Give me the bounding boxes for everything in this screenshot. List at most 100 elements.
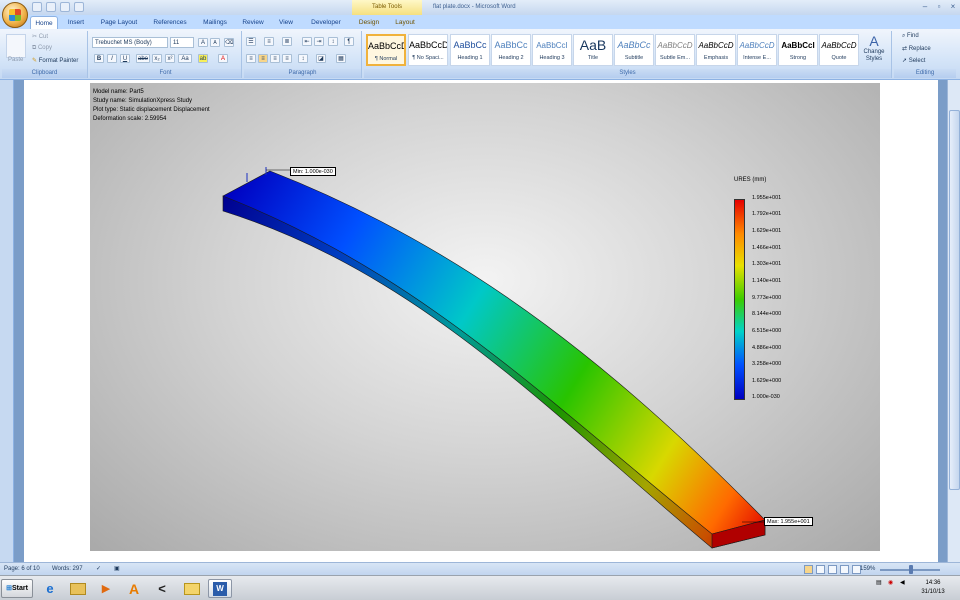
- status-bar: Page: 6 of 10 Words: 297 ✓ ▣ 159%: [0, 562, 960, 575]
- legend-value: 4.886e+000: [752, 345, 782, 351]
- editing-group-label: Editing: [894, 69, 956, 78]
- clock[interactable]: 14:36 31/10/13: [918, 579, 948, 597]
- numbering-icon[interactable]: ≡: [264, 37, 274, 46]
- tab-references[interactable]: References: [148, 16, 192, 29]
- app-icon-a[interactable]: A: [122, 579, 146, 598]
- style-no-spacing[interactable]: AaBbCcD ¶ No Spaci...: [408, 34, 448, 66]
- find-button[interactable]: ⌕ Find: [902, 33, 919, 40]
- full-screen-view-icon[interactable]: [816, 565, 825, 574]
- cut-button[interactable]: ✂ Cut: [32, 33, 48, 40]
- legend-value: 1.303e+001: [752, 261, 782, 267]
- tab-page-layout[interactable]: Page Layout: [96, 16, 142, 29]
- style-heading-2[interactable]: AaBbCc Heading 2: [491, 34, 531, 66]
- legend-value: 1.466e+001: [752, 245, 782, 251]
- styles-group-label: Styles: [364, 69, 891, 78]
- style-heading-1[interactable]: AaBbCc Heading 1: [450, 34, 490, 66]
- deformed-beam-plot: [222, 167, 766, 549]
- sort-icon[interactable]: ↕: [328, 37, 338, 46]
- font-group: Trebuchet MS (Body) 11 A A ⌫ B I U abe x…: [90, 31, 242, 78]
- web-layout-view-icon[interactable]: [828, 565, 837, 574]
- undo-icon[interactable]: [46, 2, 56, 12]
- bold-button[interactable]: B: [94, 54, 104, 63]
- align-left-icon[interactable]: ≡: [246, 54, 256, 63]
- superscript-button[interactable]: x²: [165, 54, 175, 63]
- style-title[interactable]: AaB Title: [573, 34, 613, 66]
- tab-design[interactable]: Design: [352, 16, 386, 29]
- highlight-icon[interactable]: ab: [198, 54, 208, 63]
- italic-button[interactable]: I: [107, 54, 117, 63]
- taskbar: ⊞Start e ▶ A < W ▤ ◉ ◀ 14:36 31/10/13: [0, 575, 960, 600]
- shading-icon[interactable]: ◪: [316, 54, 326, 63]
- strikethrough-button[interactable]: abe: [136, 54, 150, 63]
- font-name-select[interactable]: Trebuchet MS (Body): [92, 37, 168, 48]
- underline-button[interactable]: U: [120, 54, 130, 63]
- align-right-icon[interactable]: ≡: [270, 54, 280, 63]
- customize-toolbar-icon[interactable]: [74, 2, 84, 12]
- tab-view[interactable]: View: [274, 16, 298, 29]
- media-player-icon[interactable]: ▶: [94, 579, 118, 598]
- simulation-result-image[interactable]: Model name: Part5 Study name: Simulation…: [90, 83, 880, 551]
- font-color-icon[interactable]: A: [218, 54, 228, 63]
- folder-icon[interactable]: [180, 579, 204, 598]
- grow-font-button[interactable]: A: [198, 38, 208, 47]
- legend-value: 1.000e-030: [752, 394, 780, 400]
- outline-view-icon[interactable]: [840, 565, 849, 574]
- legend-value: 8.144e+000: [752, 311, 782, 317]
- style-intense-emphasis[interactable]: AaBbCcD Intense E...: [737, 34, 777, 66]
- select-button[interactable]: ➚ Select: [902, 57, 925, 64]
- show-marks-icon[interactable]: ¶: [344, 37, 354, 46]
- align-center-icon[interactable]: ≡: [258, 54, 268, 63]
- style-normal[interactable]: AaBbCcD ¶ Normal: [366, 34, 406, 66]
- office-button[interactable]: [2, 2, 28, 28]
- minimize-icon[interactable]: –: [920, 2, 930, 11]
- line-spacing-icon[interactable]: ↕: [298, 54, 308, 63]
- font-size-select[interactable]: 11: [170, 37, 194, 48]
- ribbon-tabs: Home Insert Page Layout References Maili…: [0, 15, 960, 29]
- style-strong[interactable]: AaBbCcI Strong: [778, 34, 818, 66]
- scrollbar-thumb[interactable]: [949, 110, 960, 490]
- justify-icon[interactable]: ≡: [282, 54, 292, 63]
- decrease-indent-icon[interactable]: ⇤: [302, 37, 312, 46]
- solidworks-icon[interactable]: <: [150, 579, 174, 598]
- tab-home[interactable]: Home: [30, 16, 58, 29]
- bullets-icon[interactable]: ☰: [246, 37, 256, 46]
- replace-button[interactable]: ⇄ Replace: [902, 45, 931, 52]
- multilevel-list-icon[interactable]: ≣: [282, 37, 292, 46]
- internet-explorer-icon[interactable]: e: [38, 579, 62, 598]
- format-painter-button[interactable]: ✎ Format Painter: [32, 57, 78, 64]
- print-layout-view-icon[interactable]: [804, 565, 813, 574]
- tab-developer[interactable]: Developer: [306, 16, 346, 29]
- increase-indent-icon[interactable]: ⇥: [314, 37, 324, 46]
- close-icon[interactable]: ×: [948, 2, 958, 11]
- zoom-slider-thumb[interactable]: [909, 565, 913, 574]
- subscript-button[interactable]: x₂: [152, 54, 162, 63]
- save-icon[interactable]: [32, 2, 42, 12]
- start-button[interactable]: ⊞Start: [1, 579, 33, 598]
- change-styles-button[interactable]: A Change Styles: [862, 33, 886, 69]
- brush-icon: ✎: [32, 58, 39, 64]
- redo-icon[interactable]: [60, 2, 70, 12]
- clear-formatting-icon[interactable]: ⌫: [224, 38, 234, 47]
- change-case-button[interactable]: Aa: [178, 54, 192, 63]
- tab-review[interactable]: Review: [238, 16, 268, 29]
- file-explorer-icon[interactable]: [66, 579, 90, 598]
- shrink-font-button[interactable]: A: [210, 38, 220, 47]
- style-subtitle[interactable]: AaBbCc Subtitle: [614, 34, 654, 66]
- style-quote[interactable]: AaBbCcD Quote: [819, 34, 859, 66]
- paste-button[interactable]: Paste: [8, 57, 23, 63]
- style-emphasis[interactable]: AaBbCcD Emphasis: [696, 34, 736, 66]
- vertical-scrollbar[interactable]: [947, 80, 960, 562]
- security-icon[interactable]: ◉: [888, 579, 893, 588]
- restore-icon[interactable]: ▫: [934, 2, 944, 11]
- style-subtle-emphasis[interactable]: AaBbCcD Subtle Em...: [655, 34, 695, 66]
- tab-mailings[interactable]: Mailings: [198, 16, 232, 29]
- tab-layout[interactable]: Layout: [390, 16, 420, 29]
- paste-icon[interactable]: [6, 34, 26, 58]
- style-heading-3[interactable]: AaBbCcI Heading 3: [532, 34, 572, 66]
- copy-button[interactable]: ⧉ Copy: [32, 45, 52, 52]
- word-icon[interactable]: W: [208, 579, 232, 598]
- borders-icon[interactable]: ▦: [336, 54, 346, 63]
- tab-insert[interactable]: Insert: [62, 16, 90, 29]
- volume-icon[interactable]: ◀: [900, 579, 905, 588]
- network-icon[interactable]: ▤: [876, 579, 882, 588]
